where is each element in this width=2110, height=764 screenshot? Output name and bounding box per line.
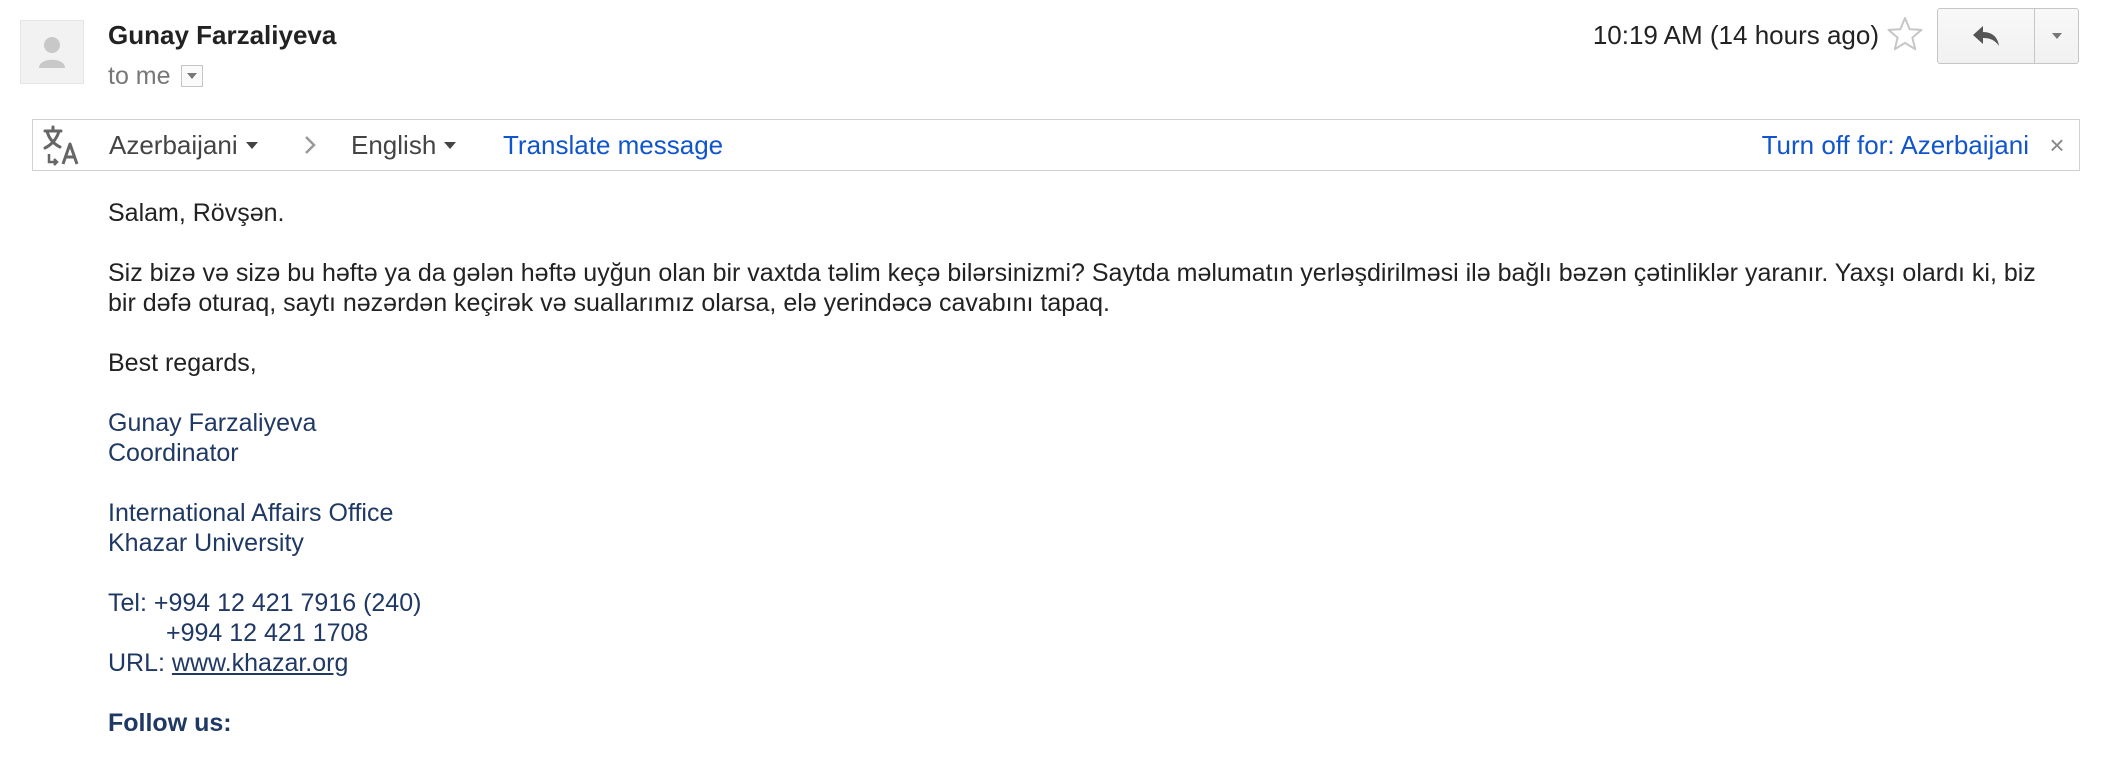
source-language-label: Azerbaijani: [109, 129, 238, 160]
signature-title: Coordinator: [108, 439, 239, 467]
message-paragraph: Siz bizə və sizə bu həftə ya da gələn hə…: [108, 259, 2036, 317]
signature-url-label: URL:: [108, 649, 172, 677]
close-icon[interactable]: ×: [2047, 132, 2067, 158]
message-greeting: Salam, Rövşən.: [108, 199, 285, 227]
reply-button-group: [1937, 8, 2079, 64]
signature-university: Khazar University: [108, 529, 304, 557]
reply-arrow-icon: [1973, 26, 1999, 46]
translate-bar: Azerbaijani English Translate message Tu…: [32, 119, 2080, 171]
more-actions-button[interactable]: [2035, 8, 2079, 64]
signature-tel-1: Tel: +994 12 421 7916 (240): [108, 589, 422, 617]
message-closing: Best regards,: [108, 349, 257, 377]
default-avatar-icon: [39, 37, 65, 68]
follow-us-label: Follow us:: [108, 709, 232, 737]
signature-office: International Affairs Office: [108, 499, 394, 527]
target-language-label: English: [351, 129, 437, 160]
signature-url-line: URL: www.khazar.org: [108, 648, 2058, 678]
star-icon[interactable]: [1885, 14, 1925, 54]
target-language-select[interactable]: English: [351, 120, 457, 170]
message-body: Salam, Rövşən. Siz bizə və sizə bu həftə…: [108, 198, 2058, 738]
show-details-button[interactable]: [180, 65, 203, 87]
signature-name: Gunay Farzaliyeva: [108, 409, 317, 437]
recipient-details: to me: [108, 60, 203, 92]
message-timestamp: 10:19 AM (14 hours ago): [1592, 20, 1879, 50]
recipient-label: to me: [108, 62, 171, 90]
sender-name[interactable]: Gunay Farzaliyeva: [108, 18, 336, 52]
chevron-down-icon: [186, 73, 197, 79]
signature-org-block: International Affairs Office Khazar Univ…: [108, 498, 2058, 558]
sender-avatar: [20, 20, 84, 84]
source-language-select[interactable]: Azerbaijani: [109, 120, 258, 170]
signature-url-link[interactable]: www.khazar.org: [172, 649, 348, 677]
chevron-down-icon: [2051, 33, 2062, 39]
signature-name-block: Gunay Farzaliyeva Coordinator: [108, 408, 2058, 468]
chevron-right-icon: [305, 136, 316, 154]
reply-button[interactable]: [1937, 8, 2035, 64]
chevron-down-icon: [444, 141, 457, 149]
chevron-down-icon: [245, 141, 258, 149]
signature-tel-2: +994 12 421 1708: [166, 619, 369, 647]
translate-message-link[interactable]: Translate message: [503, 120, 723, 170]
signature-contact-block: Tel: +994 12 421 7916 (240) +994 12 421 …: [108, 588, 2058, 678]
turn-off-translation-link[interactable]: Turn off for: Azerbaijani: [1762, 120, 2029, 170]
translate-icon: [43, 125, 79, 166]
